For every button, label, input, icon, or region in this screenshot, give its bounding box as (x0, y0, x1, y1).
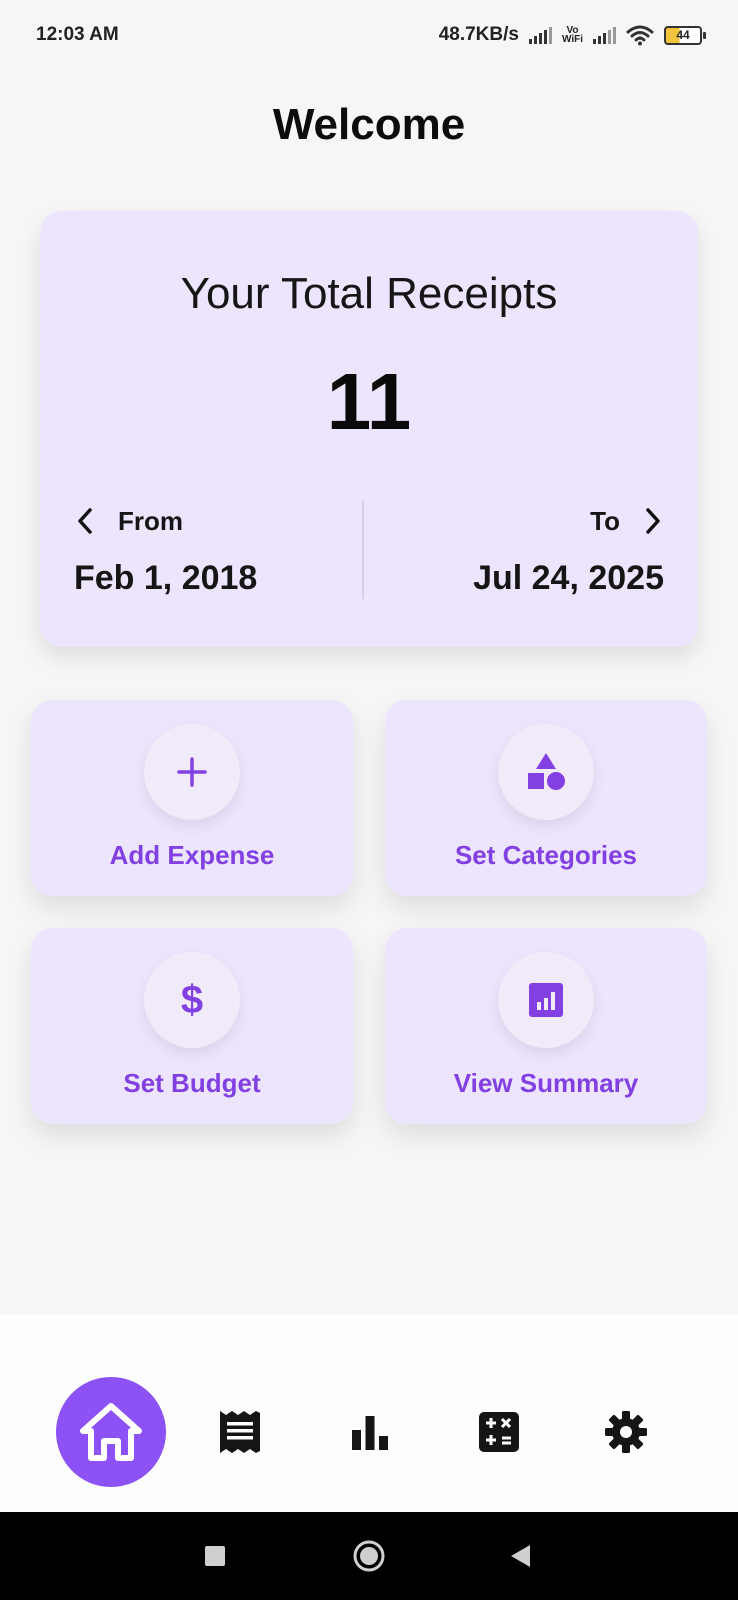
status-indicators: 48.7KB/s Vo WiFi 44 (438, 24, 706, 46)
view-summary-label: View Summary (453, 1068, 639, 1098)
signal-icon (528, 26, 552, 44)
system-nav-bar (0, 1512, 738, 1600)
from-date[interactable]: Feb 1, 2018 (74, 559, 257, 598)
from-label: From (118, 505, 183, 536)
receipts-title: Your Total Receipts (180, 269, 558, 318)
shapes-icon (528, 753, 565, 790)
to-date-selector[interactable]: To Jul 24, 2025 (473, 501, 664, 598)
home-system-button[interactable] (339, 1512, 399, 1600)
vowifi-icon: Vo WiFi (561, 25, 583, 45)
add-expense-label: Add Expense (109, 840, 275, 870)
network-speed: 48.7KB/s (438, 24, 519, 45)
nav-receipts[interactable] (216, 1408, 264, 1456)
status-bar: 12:03 AM 48.7KB/s Vo WiFi 44 (0, 0, 738, 70)
back-button[interactable] (490, 1512, 550, 1600)
battery-icon: 44 (664, 25, 706, 45)
dollar-icon: $ (180, 978, 204, 1022)
view-summary-icon-circle (498, 952, 594, 1048)
page-title: Welcome (272, 100, 466, 149)
set-categories-icon-circle (498, 724, 594, 820)
chart-icon (352, 1416, 388, 1450)
view-summary-button[interactable]: View Summary (385, 928, 707, 1124)
nav-calculator[interactable] (476, 1409, 522, 1455)
add-expense-icon-circle (144, 724, 240, 820)
to-label: To (590, 505, 620, 536)
signal-icon-2 (593, 26, 616, 44)
set-budget-button[interactable]: $ Set Budget (31, 928, 353, 1124)
set-categories-label: Set Categories (454, 840, 638, 870)
receipts-count: 11 (326, 357, 412, 446)
set-categories-button[interactable]: Set Categories (385, 700, 707, 896)
to-date[interactable]: Jul 24, 2025 (473, 559, 664, 598)
home-icon (80, 1403, 142, 1461)
bottom-nav (0, 1314, 738, 1512)
square-icon (205, 1546, 225, 1566)
date-divider (362, 501, 364, 599)
circle-icon (353, 1540, 385, 1572)
calculator-icon (479, 1412, 519, 1452)
chevron-left-icon[interactable] (74, 506, 96, 536)
back-triangle-icon (511, 1545, 530, 1567)
from-date-selector[interactable]: From Feb 1, 2018 (74, 501, 257, 598)
receipt-icon (220, 1411, 260, 1453)
plus-icon (177, 757, 207, 787)
total-receipts-card: Your Total Receipts 11 From Feb 1, 2018 … (40, 211, 698, 647)
nav-settings[interactable] (603, 1409, 649, 1455)
set-budget-label: Set Budget (123, 1068, 261, 1098)
status-time: 12:03 AM (36, 24, 119, 45)
set-budget-icon-circle: $ (144, 952, 240, 1048)
add-expense-button[interactable]: Add Expense (31, 700, 353, 896)
chevron-right-icon[interactable] (642, 506, 664, 536)
recents-button[interactable] (185, 1512, 245, 1600)
gear-icon (605, 1411, 647, 1453)
nav-home[interactable] (56, 1377, 166, 1487)
wifi-icon (626, 25, 654, 46)
nav-stats[interactable] (348, 1410, 392, 1454)
bar-chart-icon (529, 983, 563, 1017)
